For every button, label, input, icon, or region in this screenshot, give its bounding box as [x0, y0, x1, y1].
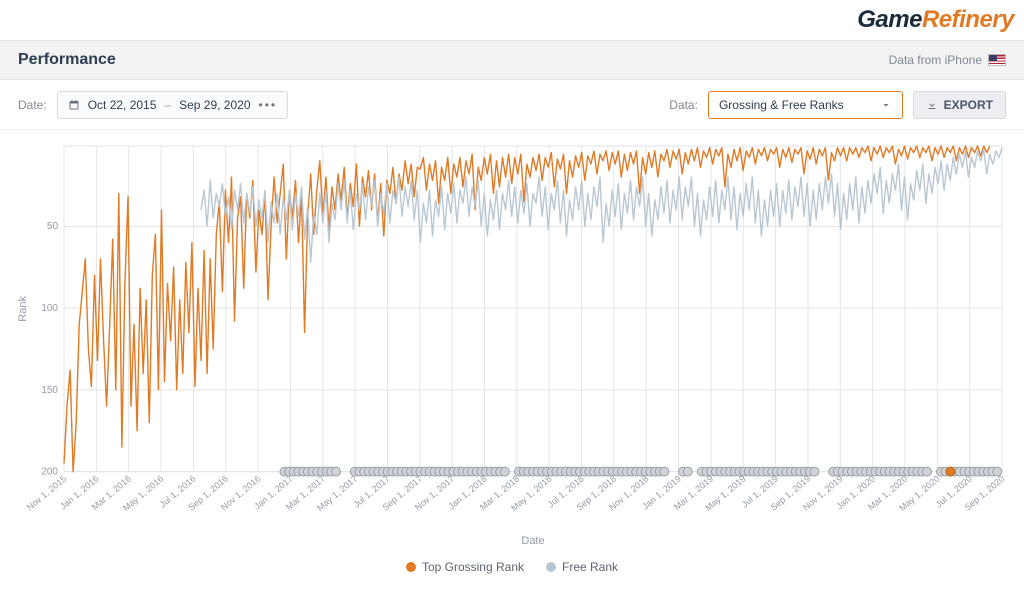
legend-label-free: Free Rank [562, 560, 618, 574]
svg-text:Rank: Rank [17, 295, 29, 321]
legend-label-grossing: Top Grossing Rank [422, 560, 524, 574]
svg-text:Date: Date [521, 535, 544, 547]
export-button[interactable]: EXPORT [913, 91, 1006, 119]
data-select-value: Grossing & Free Ranks [719, 98, 844, 112]
download-icon [926, 99, 938, 111]
brand-bar: GameRefinery [0, 0, 1024, 40]
chevron-down-icon [880, 99, 892, 111]
data-select[interactable]: Grossing & Free Ranks [708, 91, 903, 119]
export-label: EXPORT [944, 98, 993, 112]
brand-name-b: Refinery [922, 6, 1014, 33]
svg-text:50: 50 [47, 221, 59, 232]
legend-swatch-grossing [406, 562, 416, 572]
legend-item-grossing[interactable]: Top Grossing Rank [406, 560, 524, 574]
chart-svg: 50100150200Nov 1, 2015Jan 1, 2016Mar 1, … [12, 138, 1012, 550]
date-range-picker[interactable]: Oct 22, 2015 – Sep 29, 2020 ••• [57, 91, 288, 119]
legend: Top Grossing Rank Free Rank [0, 550, 1024, 578]
legend-item-free[interactable]: Free Rank [546, 560, 618, 574]
data-select-label: Data: [669, 98, 698, 112]
flag-us-icon [988, 54, 1006, 66]
more-icon[interactable]: ••• [259, 98, 278, 112]
svg-text:200: 200 [41, 467, 58, 478]
calendar-icon [68, 99, 80, 111]
date-sep: – [164, 98, 171, 112]
data-source-label: Data from iPhone [889, 53, 982, 67]
svg-text:150: 150 [41, 385, 58, 396]
header-strip: Performance Data from iPhone [0, 40, 1024, 80]
chart-area[interactable]: 50100150200Nov 1, 2015Jan 1, 2016Mar 1, … [0, 130, 1024, 550]
date-from: Oct 22, 2015 [88, 98, 157, 112]
data-source: Data from iPhone [889, 53, 1006, 67]
date-label: Date: [18, 98, 47, 112]
brand-name-a: Game [857, 6, 922, 33]
legend-swatch-free [546, 562, 556, 572]
controls-row: Date: Oct 22, 2015 – Sep 29, 2020 ••• Da… [0, 80, 1024, 130]
brand-logo: GameRefinery [857, 6, 1014, 34]
date-to: Sep 29, 2020 [179, 98, 250, 112]
svg-text:100: 100 [41, 303, 58, 314]
page-title: Performance [18, 51, 116, 69]
